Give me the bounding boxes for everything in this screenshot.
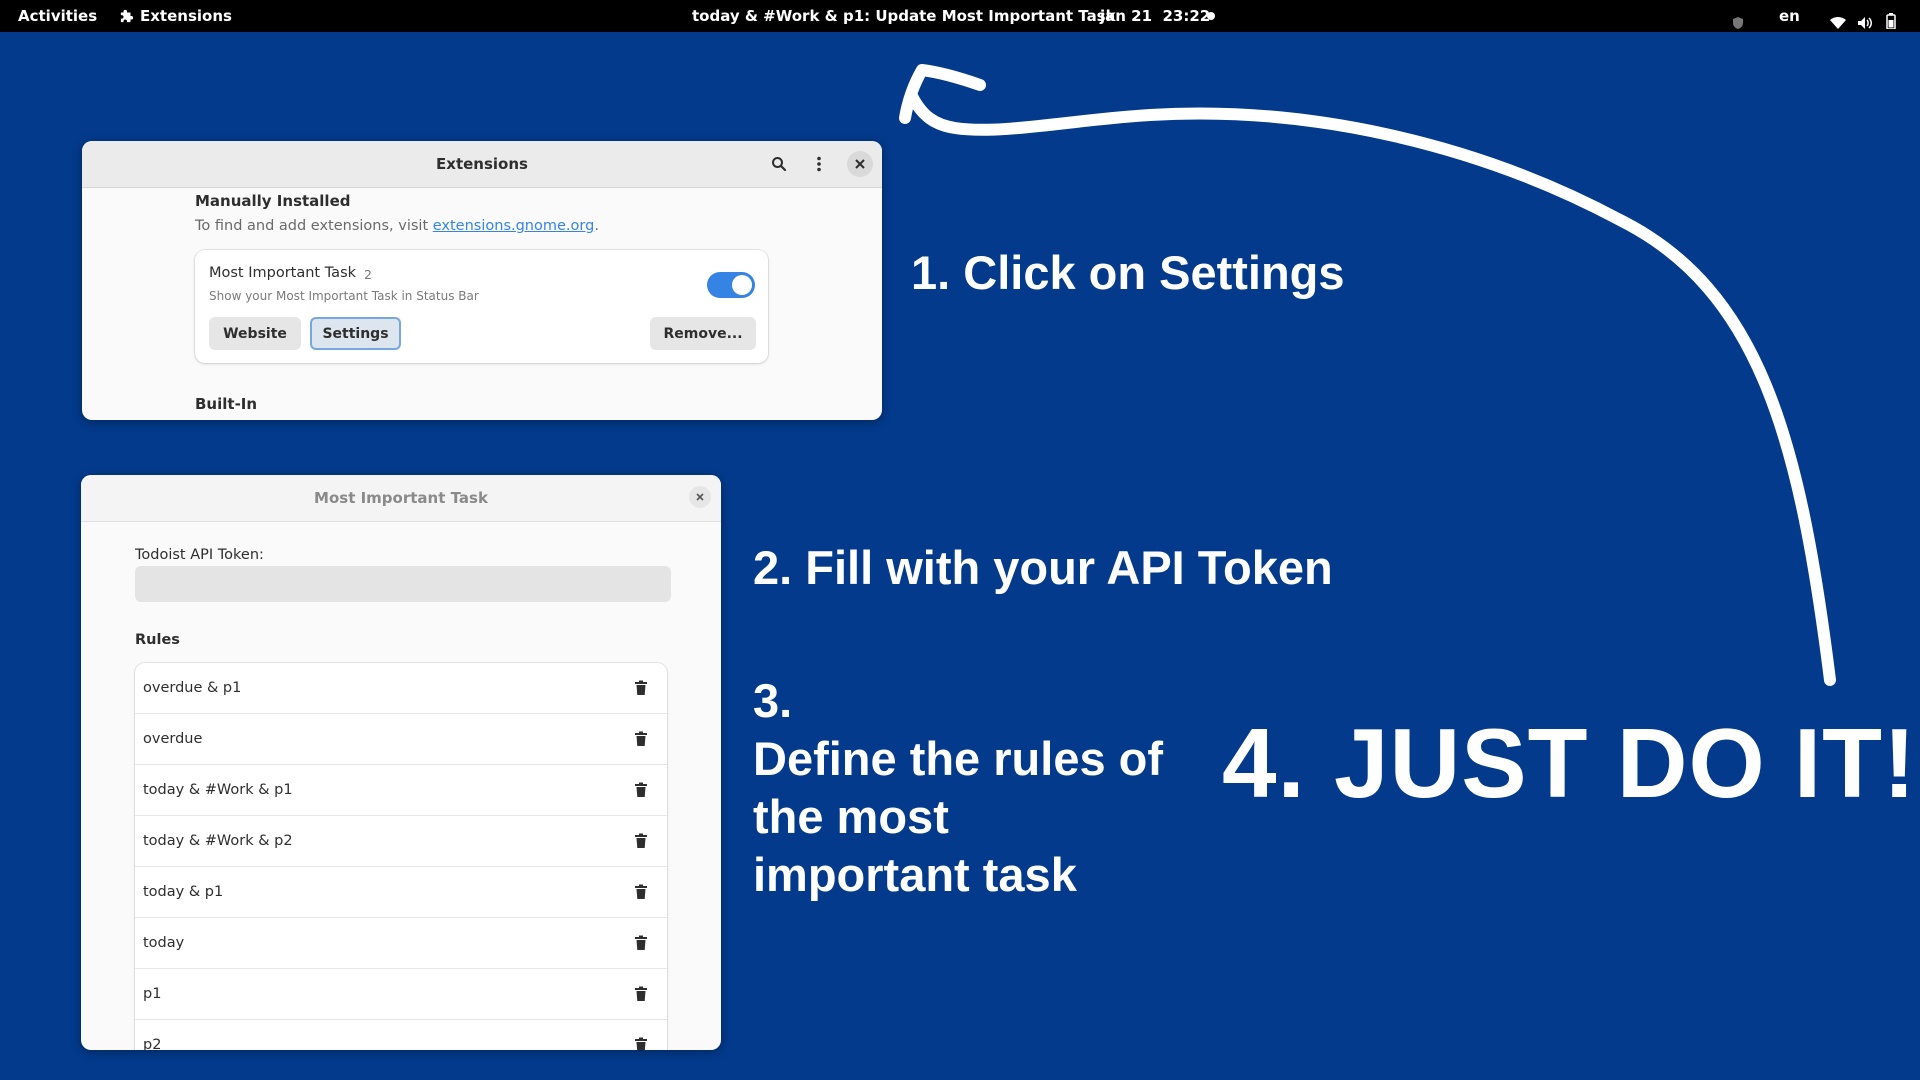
rule-row[interactable]: today & #Work & p2 xyxy=(135,816,667,867)
trash-icon[interactable] xyxy=(633,833,649,849)
step-2-annotation: 2. Fill with your API Token xyxy=(753,541,1333,594)
trash-icon[interactable] xyxy=(633,986,649,1002)
rule-row[interactable]: overdue xyxy=(135,714,667,765)
find-extensions-text: To find and add extensions, visit extens… xyxy=(195,218,599,234)
search-button[interactable] xyxy=(766,151,792,177)
extension-description: Show your Most Important Task in Status … xyxy=(209,289,479,303)
extensions-headerbar: Extensions xyxy=(82,141,882,188)
wifi-icon[interactable] xyxy=(1830,9,1846,29)
step-3-annotation: 3. Define the rules of the most importan… xyxy=(753,672,1173,904)
manually-installed-heading: Manually Installed xyxy=(195,192,351,210)
battery-icon[interactable] xyxy=(1886,8,1896,30)
preferences-window: Most Important Task Todoist API Token: R… xyxy=(81,475,721,1050)
extension-row: Most Important Task 2 Show your Most Imp… xyxy=(195,250,768,363)
app-name-label: Extensions xyxy=(140,7,232,25)
kebab-menu-icon xyxy=(817,156,821,172)
close-icon xyxy=(855,159,865,169)
built-in-heading: Built-In xyxy=(195,395,258,413)
extensions-window: Extensions Manually Installed To find an… xyxy=(82,141,882,420)
rule-row[interactable]: today xyxy=(135,918,667,969)
rule-row[interactable]: overdue & p1 xyxy=(135,663,667,714)
website-button[interactable]: Website xyxy=(209,317,301,350)
rule-text[interactable]: p2 xyxy=(143,1020,161,1050)
trash-icon[interactable] xyxy=(633,1037,649,1050)
clock-button[interactable]: jan 21 23:22 xyxy=(1100,0,1210,32)
preferences-window-title: Most Important Task xyxy=(314,489,488,507)
trash-icon[interactable] xyxy=(633,884,649,900)
rules-heading: Rules xyxy=(135,632,180,648)
rule-text[interactable]: today & p1 xyxy=(143,867,223,917)
extension-name: Most Important Task xyxy=(209,265,357,281)
api-token-label: Todoist API Token: xyxy=(135,547,264,563)
app-menu-button[interactable]: Extensions xyxy=(120,0,232,32)
most-important-task-indicator[interactable]: today & #Work & p1: Update Most Importan… xyxy=(692,0,1116,32)
rule-row[interactable]: today & p1 xyxy=(135,867,667,918)
extensions-gnome-org-link[interactable]: extensions.gnome.org xyxy=(433,218,595,234)
extensions-window-title: Extensions xyxy=(436,155,528,173)
rule-text[interactable]: today xyxy=(143,918,184,968)
rule-text[interactable]: overdue xyxy=(143,714,202,764)
shield-icon[interactable] xyxy=(1731,9,1745,29)
close-icon xyxy=(696,493,704,501)
main-menu-button[interactable] xyxy=(806,151,832,177)
notification-dot-icon xyxy=(1207,12,1215,20)
remove-button[interactable]: Remove... xyxy=(650,317,756,350)
rule-text[interactable]: today & #Work & p1 xyxy=(143,765,293,815)
switch-knob xyxy=(732,275,752,295)
extension-version: 2 xyxy=(364,267,372,282)
trash-icon[interactable] xyxy=(633,680,649,696)
trash-icon[interactable] xyxy=(633,782,649,798)
top-bar: Activities Extensions today & #Work & p1… xyxy=(0,0,1920,32)
rules-list: overdue & p1 overdue today & #Work & p1 … xyxy=(135,663,667,1050)
rule-row[interactable]: p2 xyxy=(135,1020,667,1050)
settings-button[interactable]: Settings xyxy=(310,317,401,350)
rule-text[interactable]: today & #Work & p2 xyxy=(143,816,293,866)
api-token-input[interactable] xyxy=(135,566,671,602)
close-button[interactable] xyxy=(847,151,873,177)
step-4-annotation: 4. JUST DO IT! xyxy=(1222,708,1917,818)
trash-icon[interactable] xyxy=(633,935,649,951)
rule-row[interactable]: today & #Work & p1 xyxy=(135,765,667,816)
step-3-number: 3. xyxy=(753,674,793,727)
preferences-close-button[interactable] xyxy=(689,486,711,508)
keyboard-language-button[interactable]: en xyxy=(1779,0,1800,32)
extension-enable-switch[interactable] xyxy=(707,272,755,298)
volume-icon[interactable] xyxy=(1857,9,1873,29)
rule-text[interactable]: p1 xyxy=(143,969,161,1019)
date-label: jan 21 xyxy=(1100,7,1153,25)
step-1-annotation: 1. Click on Settings xyxy=(911,246,1345,299)
activities-button[interactable]: Activities xyxy=(18,0,97,32)
rule-text[interactable]: overdue & p1 xyxy=(143,663,241,713)
trash-icon[interactable] xyxy=(633,731,649,747)
step-3-text: Define the rules of the most important t… xyxy=(753,732,1164,901)
search-icon xyxy=(772,157,787,172)
time-label: 23:22 xyxy=(1162,7,1211,25)
preferences-headerbar: Most Important Task xyxy=(81,475,721,522)
puzzle-icon xyxy=(120,9,134,23)
rule-row[interactable]: p1 xyxy=(135,969,667,1020)
